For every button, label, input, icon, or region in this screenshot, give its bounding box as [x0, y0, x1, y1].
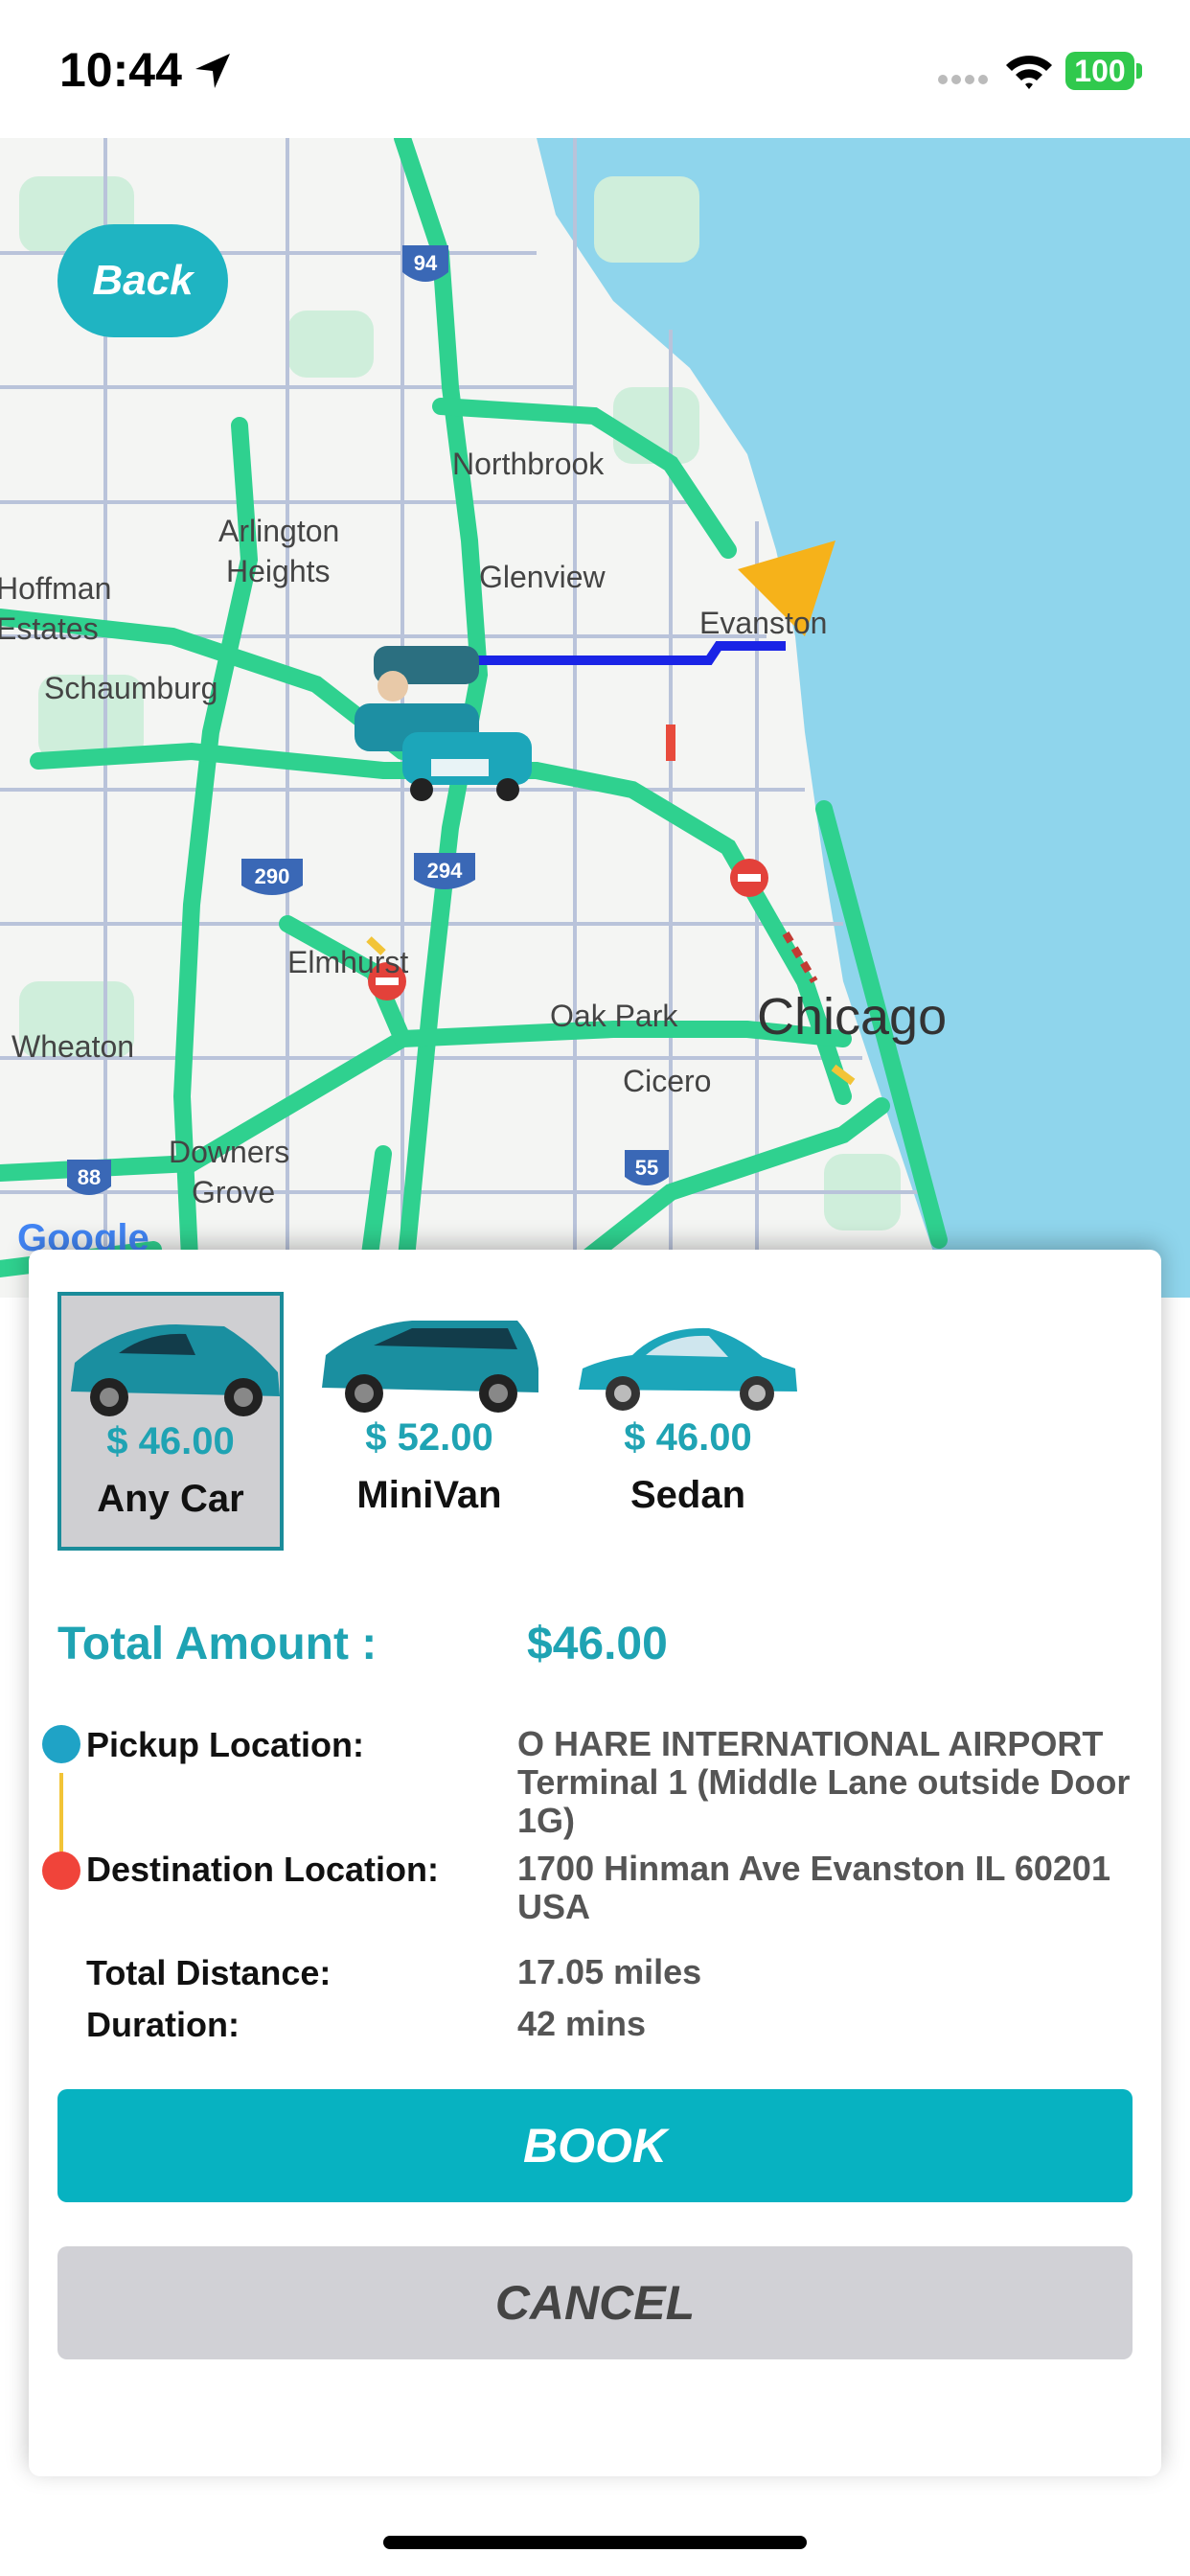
minivan-car-icon: [322, 1321, 538, 1413]
car-option-any-car[interactable]: $ 46.00 Any Car: [57, 1292, 284, 1551]
total-amount-value: $46.00: [527, 1619, 668, 1669]
total-amount-label: Total Amount :: [57, 1619, 378, 1669]
destination-value: 1700 Hinman Ave Evanston IL 60201 USA: [517, 1849, 1110, 1926]
map-label-elmhurst: Elmhurst: [287, 945, 409, 979]
car-option-sedan[interactable]: $ 46.00 Sedan: [575, 1292, 801, 1551]
car-name: MiniVan: [356, 1474, 502, 1516]
shield-text-55: 55: [635, 1156, 658, 1180]
destination-label: Destination Location:: [86, 1850, 439, 1889]
distance-label: Total Distance:: [86, 1953, 332, 1992]
car-option-minivan[interactable]: $ 52.00 MiniVan: [316, 1292, 542, 1551]
duration-label: Duration:: [86, 2005, 240, 2044]
map-label-arlington: Arlington: [218, 514, 340, 548]
map-label-chicago: Chicago: [757, 988, 948, 1046]
shield-text-88: 88: [78, 1165, 101, 1189]
pickup-value: O HARE INTERNATIONAL AIRPORT Terminal 1 …: [517, 1724, 1131, 1840]
map-label-wheaton: Wheaton: [11, 1029, 135, 1064]
map-label-grove: Grove: [192, 1175, 276, 1209]
battery-tip: [1136, 63, 1142, 79]
booking-sheet: $ 46.00 Any Car $ 52.00 MiniVan $ 46.00 …: [29, 1250, 1161, 2476]
map-label-downers: Downers: [169, 1135, 290, 1169]
car-name: Sedan: [629, 1474, 746, 1516]
status-bar: 10:44 100: [0, 0, 1190, 138]
car-price: $ 46.00: [624, 1416, 752, 1459]
map-label-hoffman: Hoffman: [0, 571, 112, 606]
pickup-label: Pickup Location:: [86, 1725, 365, 1764]
map-label-heights: Heights: [226, 554, 331, 588]
status-time: 10:44: [59, 43, 182, 97]
pickup-dot-icon: [42, 1725, 80, 1763]
map-label-oak-park: Oak Park: [550, 999, 678, 1033]
map-label-estates: Estates: [0, 611, 99, 646]
cancel-button[interactable]: CANCEL: [57, 2246, 1133, 2359]
back-button[interactable]: Back: [57, 224, 228, 337]
shield-text-294: 294: [427, 859, 463, 883]
shield-text-290: 290: [255, 864, 290, 888]
map-label-northbrook: Northbrook: [452, 447, 605, 481]
wifi-icon: [1006, 56, 1052, 89]
duration-value: 42 mins: [517, 2004, 647, 2043]
map-label-evanston: Evanston: [699, 606, 828, 640]
distance-value: 17.05 miles: [517, 1952, 702, 1991]
car-name: Any Car: [97, 1478, 244, 1520]
hatchback-car-icon: [71, 1324, 280, 1416]
destination-dot-icon: [42, 1852, 80, 1890]
book-button[interactable]: BOOK: [57, 2089, 1133, 2202]
car-price: $ 52.00: [365, 1416, 493, 1459]
sedan-car-icon: [579, 1327, 797, 1411]
car-price: $ 46.00: [106, 1420, 235, 1462]
home-indicator[interactable]: [383, 2536, 807, 2549]
shield-text-94: 94: [414, 251, 438, 275]
map-label-cicero: Cicero: [623, 1064, 712, 1098]
battery-indicator: 100: [1065, 52, 1134, 90]
location-arrow-icon: [195, 54, 230, 88]
map-label-schaumburg: Schaumburg: [44, 671, 218, 705]
cellular-signal-icon: [938, 75, 988, 84]
map-label-glenview: Glenview: [479, 560, 606, 594]
